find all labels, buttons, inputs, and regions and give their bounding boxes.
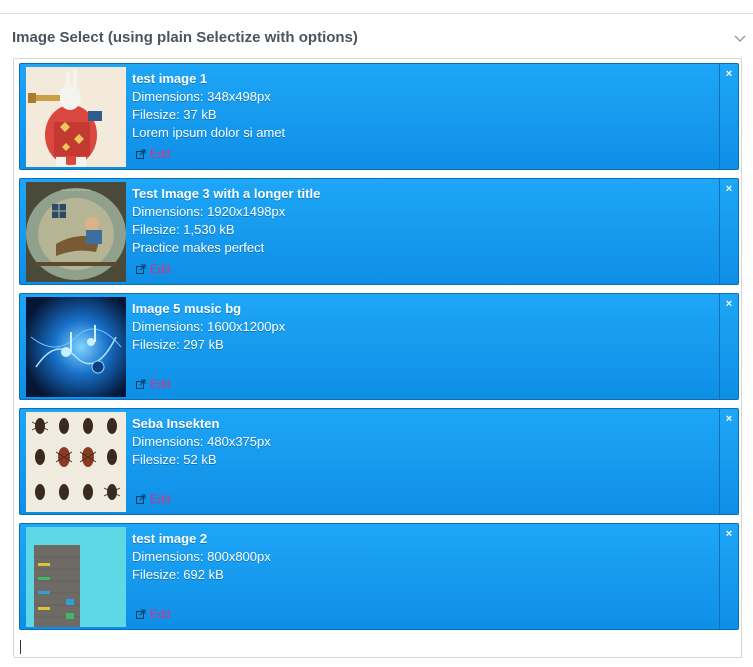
- item-title: Image 5 music bg: [132, 301, 242, 316]
- image-thumbnail: [26, 412, 126, 512]
- white-rabbit-thumbnail: [26, 67, 126, 167]
- edit-link[interactable]: Edit: [150, 377, 171, 391]
- external-link-icon: [136, 379, 146, 389]
- edit-row: Edit: [136, 376, 171, 392]
- image-thumbnail: [26, 67, 126, 167]
- item-description: [132, 469, 692, 487]
- panel-title: Image Select (using plain Selectize with…: [12, 29, 358, 46]
- item-description: [132, 584, 692, 602]
- edit-link[interactable]: Edit: [150, 607, 171, 621]
- selectize-field[interactable]: test image 1 Dimensions: 348x498px Files…: [13, 58, 742, 658]
- item-dimensions: Dimensions: 1920x1498px: [132, 204, 286, 219]
- item-filesize: Filesize: 1,530 kB: [132, 222, 235, 237]
- selected-item[interactable]: Image 5 music bg Dimensions: 1600x1200px…: [19, 293, 739, 400]
- remove-item-button[interactable]: ×: [719, 524, 738, 629]
- image-thumbnail: [26, 297, 126, 397]
- remove-item-button[interactable]: ×: [719, 409, 738, 514]
- edit-link[interactable]: Edit: [150, 262, 171, 276]
- remove-item-button[interactable]: ×: [719, 179, 738, 284]
- edit-row: Edit: [136, 491, 171, 507]
- edit-row: Edit: [136, 261, 171, 277]
- item-filesize: Filesize: 37 kB: [132, 107, 217, 122]
- building-thumbnail: [26, 527, 126, 627]
- item-filesize: Filesize: 52 kB: [132, 452, 217, 467]
- remove-item-button[interactable]: ×: [719, 64, 738, 169]
- item-dimensions: Dimensions: 480x375px: [132, 434, 271, 449]
- remove-item-button[interactable]: ×: [719, 294, 738, 399]
- selected-item[interactable]: ~~~~~~ Test Image 3 with a longer title …: [19, 178, 739, 285]
- edit-row: Edit: [136, 606, 171, 622]
- external-link-icon: [136, 264, 146, 274]
- item-dimensions: Dimensions: 348x498px: [132, 89, 271, 104]
- edit-link[interactable]: Edit: [150, 147, 171, 161]
- selected-item[interactable]: test image 2 Dimensions: 800x800px Files…: [19, 523, 739, 630]
- edit-row: Edit: [136, 146, 171, 162]
- image-thumbnail: ~~~~~~: [26, 182, 126, 282]
- edit-link[interactable]: Edit: [150, 492, 171, 506]
- item-description: [132, 354, 692, 372]
- item-dimensions: Dimensions: 1600x1200px: [132, 319, 286, 334]
- external-link-icon: [136, 494, 146, 504]
- item-title: Seba Insekten: [132, 416, 220, 431]
- panel-header: Image Select (using plain Selectize with…: [0, 14, 753, 58]
- item-title: Test Image 3 with a longer title: [132, 186, 321, 201]
- item-filesize: Filesize: 692 kB: [132, 567, 224, 582]
- chevron-down-icon[interactable]: [732, 30, 748, 46]
- insects-thumbnail: [26, 412, 126, 512]
- vintage-painting-thumbnail: ~~~~~~: [26, 182, 126, 282]
- item-description: Lorem ipsum dolor si amet: [132, 125, 286, 140]
- item-dimensions: Dimensions: 800x800px: [132, 549, 271, 564]
- item-title: test image 2: [132, 531, 208, 546]
- item-filesize: Filesize: 297 kB: [132, 337, 224, 352]
- item-title: test image 1: [132, 71, 208, 86]
- text-input-caret[interactable]: [20, 640, 21, 654]
- item-description: Practice makes perfect: [132, 240, 265, 255]
- svg-text:~~~~~~: ~~~~~~: [61, 187, 91, 194]
- external-link-icon: [136, 149, 146, 159]
- external-link-icon: [136, 609, 146, 619]
- music-bg-thumbnail: [26, 297, 126, 397]
- selected-item[interactable]: test image 1 Dimensions: 348x498px Files…: [19, 63, 739, 170]
- selected-item[interactable]: Seba Insekten Dimensions: 480x375px File…: [19, 408, 739, 515]
- image-thumbnail: [26, 527, 126, 627]
